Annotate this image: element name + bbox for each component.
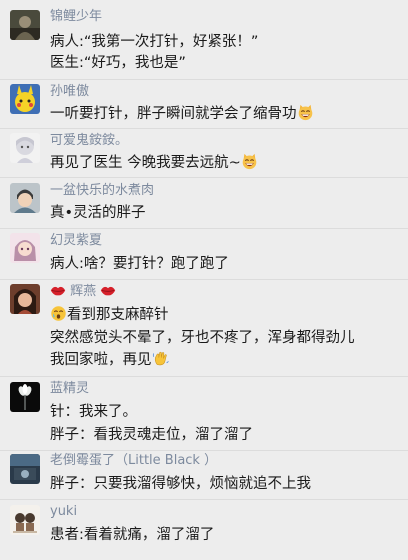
crying-face-icon: [50, 305, 67, 322]
commenter-name[interactable]: 孙唯傲: [50, 84, 89, 100]
grinning-cat-icon: [297, 104, 314, 121]
comment-text: 患者:看着就痛，溜了溜了: [50, 527, 215, 543]
comment-row: 一听要打针，胖子瞬间就学会了缩骨功: [50, 104, 314, 124]
comment-text: 看到那支麻醉针: [67, 307, 169, 323]
comment-row: 再见了医生 今晚我要去远航~: [50, 153, 258, 173]
lips-icon: [50, 284, 66, 297]
avatar[interactable]: [10, 454, 40, 484]
avatar[interactable]: [10, 183, 40, 213]
comment-text: 突然感觉头不晕了，牙也不疼了，浑身都得劲儿: [50, 330, 355, 346]
commenter-name-row[interactable]: 辉燕: [50, 284, 116, 300]
divider: [0, 79, 408, 80]
comment-text: 一听要打针，胖子瞬间就学会了缩骨功: [50, 106, 297, 122]
commenter-name[interactable]: 辉燕: [70, 284, 96, 299]
commenter-name[interactable]: 锦鲤少年: [50, 9, 102, 25]
lips-icon: [100, 284, 116, 297]
comment-row: 我回家啦，再见: [50, 350, 169, 370]
comment-text: 我回家啦，再见: [50, 352, 152, 368]
divider: [0, 128, 408, 129]
divider: [0, 450, 408, 451]
commenter-name[interactable]: 幻灵紫夏: [50, 233, 102, 249]
comment-row: 看到那支麻醉针: [50, 305, 169, 325]
divider: [0, 279, 408, 280]
comment-text: 真•灵活的胖子: [50, 205, 146, 221]
avatar[interactable]: [10, 382, 40, 412]
commenter-name[interactable]: 可爱鬼銨銨。: [50, 133, 128, 149]
commenter-name[interactable]: yuki: [50, 504, 77, 520]
divider: [0, 177, 408, 178]
comment-text: 针：我来了。: [50, 404, 137, 420]
avatar[interactable]: [10, 505, 40, 535]
comment-text: 胖子：看我灵魂走位，溜了溜了: [50, 427, 253, 443]
grinning-cat-icon: [241, 153, 258, 170]
commenter-name[interactable]: 老倒霉蛋了（Little Black ）: [50, 453, 217, 469]
avatar[interactable]: [10, 10, 40, 40]
comment-text: 医生:“好巧，我也是”: [50, 55, 186, 71]
commenter-name[interactable]: 一盆快乐的水煮肉: [50, 183, 154, 199]
comment-text: 胖子：只要我溜得够快，烦恼就追不上我: [50, 476, 311, 492]
comment-text: 再见了医生 今晚我要去远航~: [50, 155, 241, 171]
avatar[interactable]: [10, 284, 40, 314]
divider: [0, 499, 408, 500]
avatar[interactable]: [10, 233, 40, 263]
avatar[interactable]: [10, 133, 40, 163]
comment-text: 病人:啥？要打针？跑了跑了: [50, 256, 229, 272]
avatar[interactable]: [10, 84, 40, 114]
comment-text: 病人:“我第一次打针，好紧张！”: [50, 34, 259, 50]
waving-hand-icon: [152, 350, 169, 367]
divider: [0, 228, 408, 229]
divider: [0, 376, 408, 377]
commenter-name[interactable]: 蓝精灵: [50, 381, 89, 397]
